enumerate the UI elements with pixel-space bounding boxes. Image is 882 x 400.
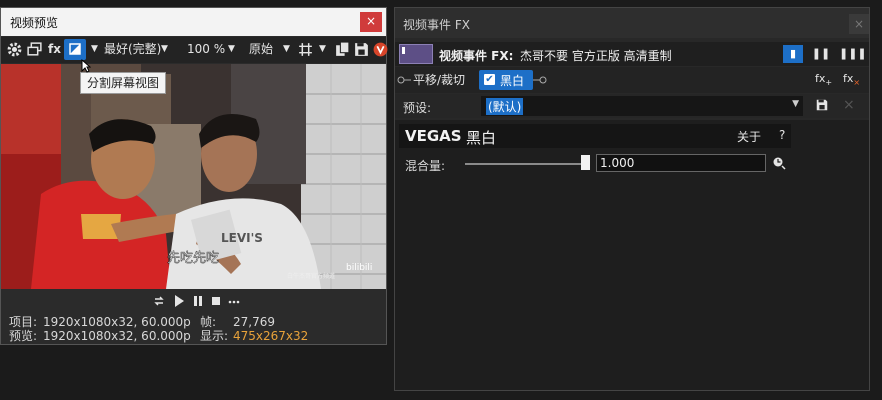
animate-keyframe-icon[interactable] xyxy=(772,156,786,170)
preview-label: 预览: xyxy=(9,329,38,343)
preview-close-button[interactable]: × xyxy=(360,12,382,32)
event-thumbnail xyxy=(399,44,433,64)
preview-window-title: 视频预览 xyxy=(10,16,59,30)
plugin-title: 黑白 xyxy=(466,129,497,147)
size-select[interactable]: 原始 xyxy=(249,41,273,58)
display-value: 475x267x32 xyxy=(233,329,309,343)
help-button[interactable]: ? xyxy=(779,128,785,142)
preview-quality-select[interactable]: 最好(完整) xyxy=(104,41,161,58)
project-label: 项目: xyxy=(9,315,38,329)
split-dropdown-arrow-icon[interactable]: ▼ xyxy=(91,41,98,58)
preset-row: 预设: (默认) ▼ × xyxy=(395,94,869,118)
zoom-chevron-down-icon[interactable]: ▼ xyxy=(228,41,235,58)
split-screen-icon xyxy=(69,43,81,55)
about-link[interactable]: 关于 xyxy=(737,128,761,145)
mouse-cursor-icon xyxy=(81,59,91,73)
grid-overlay-icon[interactable] xyxy=(297,41,314,58)
quality-chevron-down-icon[interactable]: ▼ xyxy=(161,41,168,58)
project-value: 1920x1080x32, 60.000p xyxy=(43,315,191,329)
size-chevron-down-icon[interactable]: ▼ xyxy=(283,41,290,58)
preview-value: 1920x1080x32, 60.000p xyxy=(43,329,191,343)
blend-amount-input[interactable]: 1.000 xyxy=(596,154,766,172)
save-snapshot-icon[interactable] xyxy=(353,41,370,58)
video-preview-window: 视频预览 × fx ▼ 最好(完整) ▼ 100 % ▼ 原始 ▼ ▼ 分割屏幕… xyxy=(0,7,389,345)
chain-end-connector-icon xyxy=(533,76,547,84)
preset-value: (默认) xyxy=(486,98,524,115)
video-fx-button[interactable]: fx xyxy=(48,41,61,58)
view-mode-double-button[interactable]: ❚❚ xyxy=(811,45,831,63)
plugin-black-white[interactable]: ✔ 黑白 xyxy=(479,70,533,90)
preset-label: 预设: xyxy=(403,101,432,115)
fx-plugin-chain: 平移/裁切 ✔ 黑白 fx+ fx× xyxy=(395,67,869,93)
blend-amount-slider-thumb[interactable] xyxy=(581,155,590,170)
frame-label: 帧: xyxy=(200,315,217,329)
video-event-fx-window: 视频事件 FX × 视频事件 FX: 杰哥不要 官方正版 高清重制 ▮ ❚❚ ❚… xyxy=(394,7,870,391)
plugin-brand: VEGAS xyxy=(405,127,462,145)
more-options-icon[interactable] xyxy=(227,294,241,308)
overlay-chevron-down-icon[interactable]: ▼ xyxy=(319,41,326,58)
vegas-logo-icon[interactable] xyxy=(372,41,389,58)
blend-amount-label: 混合量: xyxy=(405,159,446,173)
transport-bar xyxy=(1,290,386,312)
preview-toolbar: fx ▼ 最好(完整) ▼ 100 % ▼ 原始 ▼ ▼ xyxy=(1,37,389,73)
display-label: 显示: xyxy=(200,329,229,343)
fx-chain-header: 视频事件 FX: 杰哥不要 官方正版 高清重制 ▮ ❚❚ ❚❚❚ xyxy=(395,42,869,66)
preset-chevron-down-icon: ▼ xyxy=(792,99,799,109)
split-screen-view-button[interactable] xyxy=(64,39,86,60)
view-mode-triple-button[interactable]: ❚❚❚ xyxy=(839,45,867,63)
video-subtitle: 先吃先吃 xyxy=(167,250,219,266)
remove-plugin-icon[interactable]: fx× xyxy=(843,72,860,87)
fx-titlebar[interactable]: 视频事件 FX × xyxy=(395,8,869,38)
shirt-text: LEVI'S xyxy=(221,231,263,245)
play-icon[interactable] xyxy=(173,294,185,308)
video-credit: 白牛杰哥官方频道 xyxy=(287,272,335,280)
bilibili-watermark: bilibili xyxy=(346,263,372,273)
copy-snapshot-icon[interactable] xyxy=(334,41,351,58)
delete-preset-icon[interactable]: × xyxy=(843,97,855,113)
save-preset-icon[interactable] xyxy=(815,98,829,112)
preset-select[interactable]: (默认) ▼ xyxy=(481,96,803,116)
video-frame-image: LEVI'S 先吃先吃 白牛杰哥官方频道 bilibili xyxy=(1,64,386,289)
loop-icon[interactable] xyxy=(152,294,166,308)
plugin-black-white-label: 黑白 xyxy=(500,74,525,88)
stop-icon[interactable] xyxy=(210,294,222,308)
plugin-panel: VEGAS 黑白 关于 ? 混合量: 1.000 xyxy=(395,120,869,390)
fx-chain-event-name: 杰哥不要 官方正版 高清重制 xyxy=(520,49,672,63)
pause-icon[interactable] xyxy=(192,294,204,308)
blend-amount-slider-track[interactable] xyxy=(465,163,585,165)
frame-value: 27,769 xyxy=(233,315,275,329)
plugin-header: VEGAS 黑白 关于 ? xyxy=(399,124,791,148)
plugin-enable-checkbox[interactable]: ✔ xyxy=(484,74,495,85)
gear-icon[interactable] xyxy=(6,41,23,58)
plugin-pan-crop[interactable]: 平移/裁切 xyxy=(409,70,469,90)
external-monitor-icon[interactable] xyxy=(26,41,43,58)
fx-window-title: 视频事件 FX xyxy=(403,18,470,32)
fx-close-button[interactable]: × xyxy=(849,14,869,34)
fx-chain-title: 视频事件 FX: xyxy=(439,49,514,63)
video-frame[interactable]: LEVI'S 先吃先吃 白牛杰哥官方频道 bilibili xyxy=(1,64,386,289)
split-screen-tooltip: 分割屏幕视图 xyxy=(80,72,167,94)
preview-titlebar[interactable]: 视频预览 × xyxy=(1,8,386,36)
zoom-select[interactable]: 100 % xyxy=(187,41,225,58)
preview-status: 项目: 1920x1080x32, 60.000p 预览: 1920x1080x… xyxy=(1,312,386,344)
view-mode-single-button[interactable]: ▮ xyxy=(783,45,803,63)
add-plugin-icon[interactable]: fx+ xyxy=(815,72,832,87)
